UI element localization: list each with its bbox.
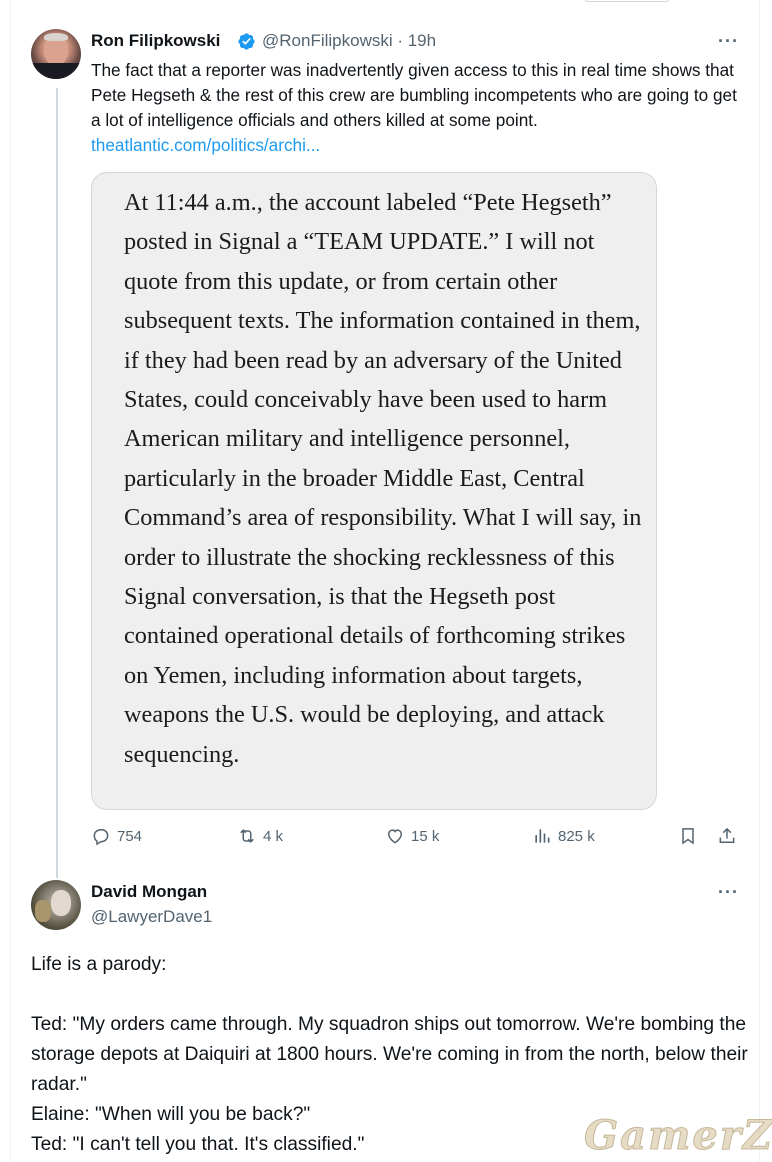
reply-count: 754 bbox=[117, 827, 143, 845]
repost-button[interactable]: 4 k bbox=[237, 826, 283, 846]
like-count: 15 k bbox=[411, 827, 440, 845]
repost-icon bbox=[240, 829, 254, 843]
views-button[interactable]: 825 k bbox=[532, 826, 595, 846]
author-handle-timestamp[interactable]: @RonFilipkowski · 19h bbox=[262, 31, 436, 51]
article-link[interactable]: theatlantic.com/politics/archi... bbox=[91, 135, 320, 155]
more-options-icon[interactable]: ··· bbox=[718, 882, 739, 903]
tweet-body: The fact that a reporter was inadvertent… bbox=[91, 60, 737, 130]
author-handle[interactable]: @LawyerDave1 bbox=[91, 907, 212, 927]
watermark-logo: GamerZ bbox=[583, 1112, 772, 1160]
views-chart-icon bbox=[535, 829, 550, 843]
avatar[interactable] bbox=[31, 880, 81, 930]
tweet[interactable]: Ron Filipkowski @RonFilipkowski · 19h ··… bbox=[0, 0, 772, 878]
bookmark-button[interactable] bbox=[678, 826, 698, 846]
heart-icon bbox=[387, 829, 403, 844]
attached-image[interactable]: At 11:44 a.m., the account labeled “Pete… bbox=[91, 172, 657, 810]
verified-badge-icon bbox=[238, 33, 255, 50]
reply-button[interactable]: 754 bbox=[91, 826, 142, 846]
view-count: 825 k bbox=[558, 827, 595, 845]
share-button[interactable] bbox=[717, 826, 737, 846]
more-options-icon[interactable]: ··· bbox=[718, 31, 739, 52]
thread-line bbox=[56, 88, 58, 878]
repost-count: 4 k bbox=[263, 827, 284, 845]
image-text: At 11:44 a.m., the account labeled “Pete… bbox=[124, 189, 642, 768]
reply-icon bbox=[93, 829, 109, 846]
bookmark-icon bbox=[682, 828, 694, 845]
share-icon bbox=[719, 827, 735, 843]
like-button[interactable]: 15 k bbox=[385, 826, 439, 846]
tweet-actions: 754 4 k 15 k 825 k bbox=[0, 826, 772, 854]
author-name[interactable]: Ron Filipkowski bbox=[91, 31, 220, 51]
avatar[interactable] bbox=[31, 29, 81, 79]
tweet-text: The fact that a reporter was inadvertent… bbox=[91, 58, 751, 158]
author-name[interactable]: David Mongan bbox=[91, 882, 207, 902]
